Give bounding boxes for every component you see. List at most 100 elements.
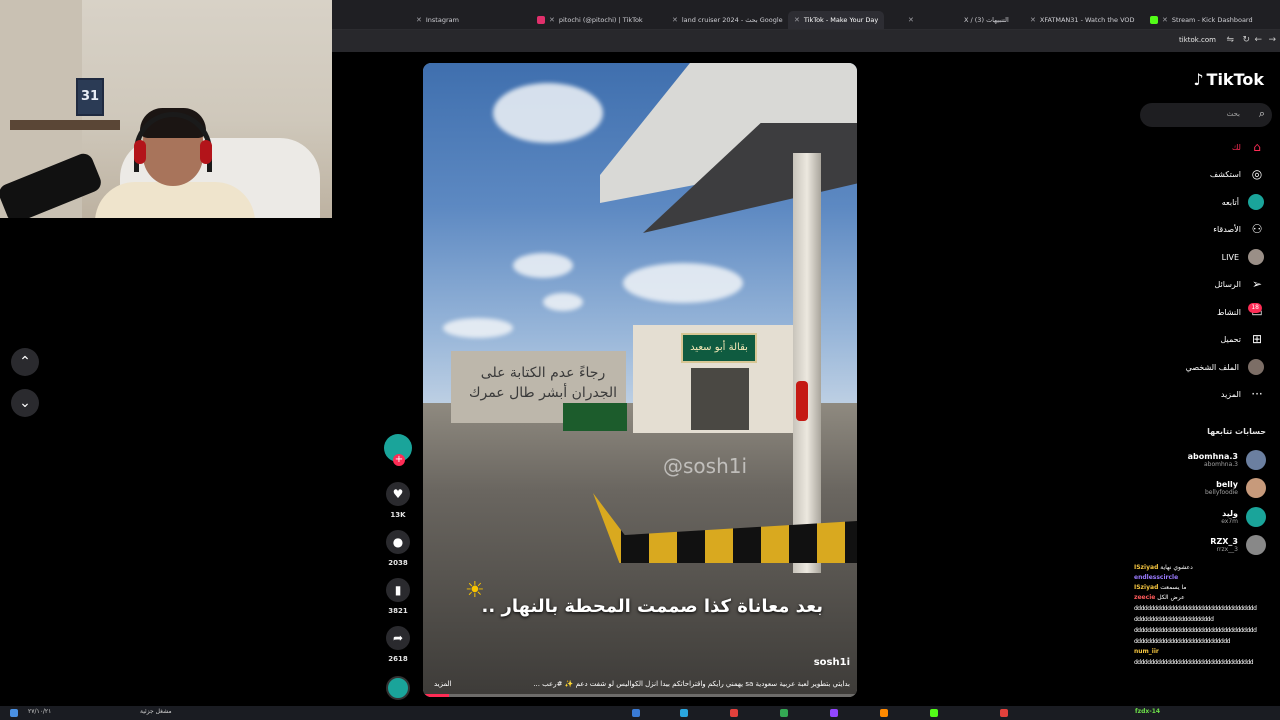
close-tab-icon[interactable]: ✕ xyxy=(549,16,555,24)
chat-text: عرض الكل xyxy=(1157,594,1185,601)
tab-label: TikTok - Make Your Day xyxy=(803,16,879,24)
nav-messages[interactable]: الرسائل ➢ xyxy=(1215,274,1265,294)
nav-label: استكشف xyxy=(1209,169,1241,179)
following-account[interactable]: abomhna.3 abomhna.3 xyxy=(1188,449,1266,471)
home-icon: ⌂ xyxy=(1253,140,1261,154)
follow-plus-icon[interactable]: + xyxy=(393,454,405,466)
reload-icon[interactable]: ↻ xyxy=(1242,35,1250,45)
taskbar-status-label: fzdx-14 xyxy=(1135,708,1161,715)
chat-message: zeecie عرض الكل xyxy=(1134,593,1280,603)
browser-tab[interactable]: ✕ Stream - Kick Dashboard xyxy=(1150,12,1253,28)
video-description: بدايتي بتطوير لعبة عربية سعودية sa يهمني… xyxy=(533,680,850,688)
share-count: 2618 xyxy=(388,655,408,663)
comment-icon[interactable]: ● xyxy=(386,530,410,554)
bookmark-icon[interactable]: ▮ xyxy=(386,578,410,602)
chevron-down-icon: ⌄ xyxy=(19,395,31,411)
start-icon[interactable] xyxy=(10,709,18,717)
webcam-poster: 31 xyxy=(76,78,104,116)
browser-tab[interactable]: ✕ pitochi (@pitochi) | TikTok xyxy=(537,12,643,28)
close-tab-icon[interactable]: ✕ xyxy=(416,16,422,24)
video-progress-bar[interactable] xyxy=(423,694,857,697)
browser-tab[interactable]: ✕ xyxy=(908,12,914,28)
nav-label: الأصدقاء xyxy=(1213,224,1241,234)
nav-friends[interactable]: الأصدقاء ⚇ xyxy=(1213,219,1264,239)
chat-spam-line: ddddddddddddddddddddddddddddddddddddd xyxy=(1134,627,1257,634)
taskbar-app-icon[interactable] xyxy=(1000,709,1008,717)
headset-earcup-left xyxy=(134,140,146,164)
save-action[interactable]: ▮ 3821 xyxy=(380,578,416,615)
shop-door xyxy=(691,368,749,430)
nav-explore[interactable]: استكشف ◎ xyxy=(1210,164,1264,184)
compass-icon: ◎ xyxy=(1251,167,1263,181)
description-more-link[interactable]: المزيد xyxy=(434,680,452,688)
chat-message: ISziyad ما يسمعت xyxy=(1134,583,1280,593)
browser-tab[interactable]: ✕ XFATMAN31 - Watch the VOD xyxy=(1030,12,1135,28)
following-account[interactable]: RZX_3 rrzx__3 xyxy=(1210,534,1266,556)
stream-chat-overlay: ISziyad دعشوي نهاية endlesscircle ISziya… xyxy=(1134,563,1280,705)
instagram-icon xyxy=(537,16,545,24)
next-video-button[interactable]: ⌄ xyxy=(11,389,39,417)
browser-tab[interactable]: ✕ land cruiser 2024 - بحث Google xyxy=(672,12,783,28)
search-icon[interactable]: ⌕ xyxy=(1259,107,1265,121)
chevron-up-icon: ⌃ xyxy=(19,354,31,370)
video-actions: + ♥ 13K ● 2038 ▮ 3821 ➦ 2618 xyxy=(380,430,416,700)
taskbar-app-icon[interactable] xyxy=(780,709,788,717)
taskbar-app-icon[interactable] xyxy=(830,709,838,717)
nav-for-you[interactable]: لك ⌂ xyxy=(1232,137,1264,157)
close-tab-icon[interactable]: ✕ xyxy=(794,16,800,24)
url-text[interactable]: tiktok.com xyxy=(1179,36,1216,44)
search-placeholder: بحث xyxy=(1226,110,1240,118)
comment-action[interactable]: ● 2038 xyxy=(380,530,416,567)
webcam-overlay: 31 xyxy=(0,0,332,218)
previous-video-button[interactable]: ⌃ xyxy=(11,348,39,376)
nav-more[interactable]: المزيد ··· xyxy=(1221,384,1264,404)
account-handle: bellyfoodie xyxy=(1204,489,1238,496)
nav-following[interactable]: أتابعه xyxy=(1222,192,1264,212)
chat-username: zeecie xyxy=(1134,594,1156,601)
share-action[interactable]: ➦ 2618 xyxy=(380,626,416,663)
following-account[interactable]: belly bellyfoodie xyxy=(1205,477,1266,499)
shop-sign: بقالة أبو سعيد xyxy=(681,333,757,363)
chat-username: ISziyad xyxy=(1134,584,1159,591)
video-progress-fill xyxy=(423,694,450,697)
taskbar-search[interactable]: مشغل جزئية xyxy=(140,708,172,715)
tab-label: X / (3) التنبيهات xyxy=(964,16,1009,24)
tiktok-note-icon: ♪ xyxy=(1193,70,1204,89)
heart-icon[interactable]: ♥ xyxy=(386,482,410,506)
following-account[interactable]: وليد ex7m xyxy=(1221,506,1266,528)
taskbar-app-icon[interactable] xyxy=(680,709,688,717)
chat-message: num_iir xyxy=(1134,647,1280,657)
browser-tab[interactable]: ✕ Instagram xyxy=(416,12,459,28)
taskbar-app-icon[interactable] xyxy=(930,709,938,717)
chat-text: دعشوي نهاية xyxy=(1160,564,1193,571)
like-action[interactable]: ♥ 13K xyxy=(380,482,416,519)
video-watermark: @sosh1i xyxy=(663,454,748,478)
close-tab-icon[interactable]: ✕ xyxy=(672,16,678,24)
site-settings-icon[interactable]: ⇋ xyxy=(1226,35,1234,45)
following-accounts-title: حسابات تتابعها xyxy=(1207,427,1266,436)
browser-tab[interactable]: X / (3) التنبيهات xyxy=(964,12,1009,28)
taskbar-app-icon[interactable] xyxy=(730,709,738,717)
video-author[interactable]: sosh1i xyxy=(814,657,850,668)
close-tab-icon[interactable]: ✕ xyxy=(1162,16,1168,24)
taskbar-app-icon[interactable] xyxy=(880,709,888,717)
close-tab-icon[interactable]: ✕ xyxy=(1030,16,1036,24)
os-taskbar: ٢٧/١٠/٢١ مشغل جزئية fzdx-14 xyxy=(0,706,1280,720)
taskbar-app-icon[interactable] xyxy=(632,709,640,717)
sound-disc[interactable] xyxy=(386,676,410,700)
search-input[interactable]: بحث ⌕ xyxy=(1140,103,1272,127)
nav-live[interactable]: LIVE xyxy=(1222,247,1264,267)
nav-upload[interactable]: تحميل ⊞ xyxy=(1221,329,1265,349)
back-icon[interactable]: ← xyxy=(1254,35,1262,45)
comment-count: 2038 xyxy=(388,559,408,567)
forward-icon[interactable]: → xyxy=(1268,35,1276,45)
browser-tab-active[interactable]: ✕ TikTok - Make Your Day xyxy=(788,11,885,29)
nav-profile[interactable]: الملف الشخصي xyxy=(1186,357,1264,377)
video-player[interactable]: رجاءً عدم الكتابة على الجدران أبشر طال ع… xyxy=(423,63,857,697)
kick-icon xyxy=(1150,16,1158,24)
live-avatar-icon xyxy=(1248,249,1264,265)
share-icon[interactable]: ➦ xyxy=(386,626,410,650)
tiktok-logo[interactable]: ♪ TikTok xyxy=(1193,70,1264,89)
close-tab-icon[interactable]: ✕ xyxy=(908,16,914,24)
browser-tab-bar: ✕ Instagram ✕ pitochi (@pitochi) | TikTo… xyxy=(332,0,1280,30)
